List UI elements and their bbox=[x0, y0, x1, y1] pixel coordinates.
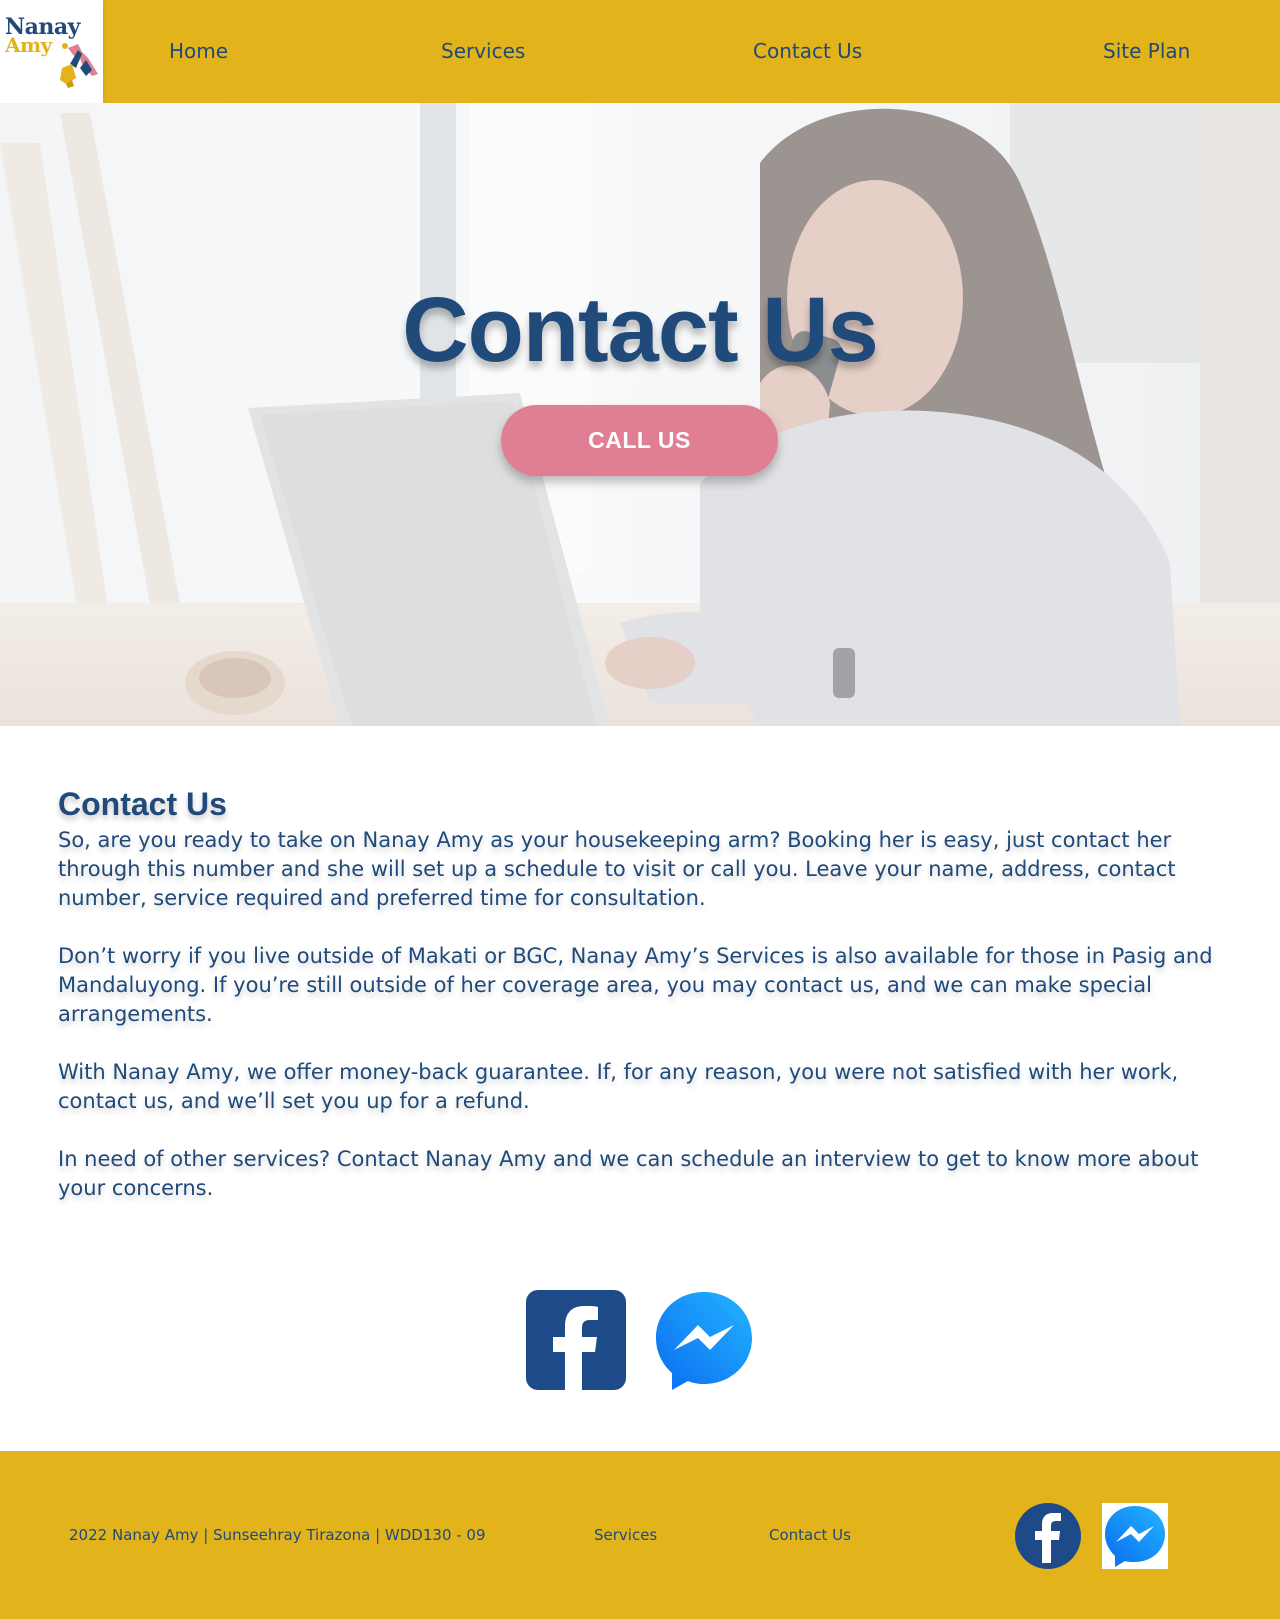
nav-contact-us[interactable]: Contact Us bbox=[753, 37, 862, 65]
hero-title: Contact Us bbox=[402, 279, 879, 381]
nav-services[interactable]: Services bbox=[441, 37, 525, 65]
site-logo[interactable]: Nanay Amy bbox=[0, 0, 103, 103]
call-us-button[interactable]: CALL US bbox=[501, 405, 778, 476]
logo-text-amy: Amy bbox=[5, 33, 52, 57]
housekeeper-figure-icon bbox=[60, 43, 98, 88]
footer-copyright: 2022 Nanay Amy | Sunseehray Tirazona | W… bbox=[69, 1526, 486, 1544]
messenger-icon-small bbox=[1102, 1503, 1168, 1569]
hero-banner: Contact Us CALL US bbox=[0, 103, 1280, 726]
paragraph-booking: So, are you ready to take on Nanay Amy a… bbox=[58, 828, 1176, 910]
paragraph-guarantee: With Nanay Amy, we offer money-back guar… bbox=[58, 1060, 1179, 1113]
messenger-link[interactable] bbox=[654, 1290, 754, 1390]
nav-site-plan[interactable]: Site Plan bbox=[1103, 37, 1190, 65]
footer-link-services[interactable]: Services bbox=[594, 1524, 657, 1546]
nav-home[interactable]: Home bbox=[169, 37, 228, 65]
facebook-round-icon bbox=[1015, 1503, 1081, 1569]
footer-messenger-link[interactable] bbox=[1102, 1503, 1168, 1569]
facebook-link[interactable] bbox=[526, 1290, 626, 1390]
facebook-icon bbox=[526, 1290, 626, 1390]
site-header: Nanay Amy Home Services Contact Us Site … bbox=[0, 0, 1280, 103]
site-footer: 2022 Nanay Amy | Sunseehray Tirazona | W… bbox=[0, 1451, 1280, 1619]
paragraph-coverage: Don’t worry if you live outside of Makat… bbox=[58, 944, 1213, 1026]
footer-facebook-link[interactable] bbox=[1015, 1503, 1081, 1569]
paragraph-other-services: In need of other services? Contact Nanay… bbox=[58, 1147, 1199, 1200]
footer-link-contact-us[interactable]: Contact Us bbox=[769, 1524, 851, 1546]
messenger-icon bbox=[656, 1292, 752, 1390]
section-heading: Contact Us bbox=[58, 786, 227, 822]
contact-content: Contact Us So, are you ready to take on … bbox=[58, 784, 1228, 1203]
